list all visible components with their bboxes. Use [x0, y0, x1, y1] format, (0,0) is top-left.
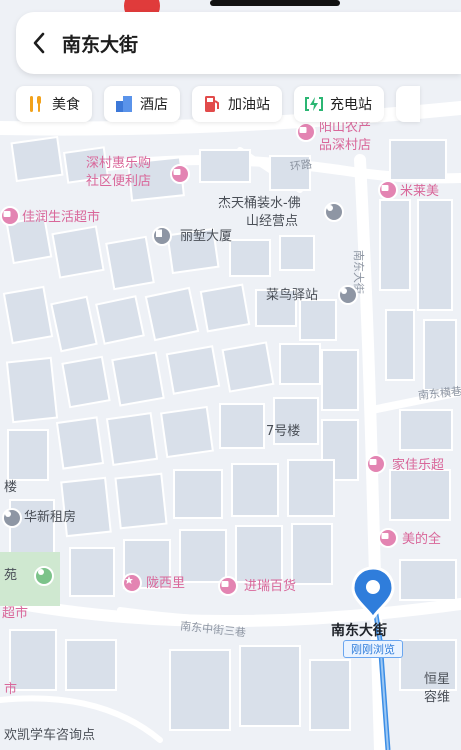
search-bar[interactable]: 南东大街	[16, 12, 461, 74]
building-icon[interactable]	[152, 226, 172, 246]
category-row: 美食 酒店 加油站 充电站	[16, 86, 420, 122]
category-hotel[interactable]: 酒店	[104, 86, 180, 122]
category-more[interactable]	[396, 86, 420, 122]
bag-icon	[381, 185, 389, 191]
dot-icon	[5, 511, 11, 517]
poi-yuan[interactable]: 苑	[4, 568, 17, 583]
shop-icon[interactable]	[378, 180, 398, 200]
shop-icon[interactable]	[218, 576, 238, 596]
shop-icon[interactable]	[0, 206, 20, 226]
poi-cainiao[interactable]: 菜鸟驿站	[266, 288, 318, 303]
category-fuel[interactable]: 加油站	[192, 86, 282, 122]
poi-longxili[interactable]: 陇西里	[146, 576, 185, 591]
bag-icon	[173, 169, 181, 175]
poi-building7[interactable]: 7号楼	[266, 424, 300, 439]
shop-icon[interactable]	[366, 454, 386, 474]
category-label: 酒店	[140, 97, 168, 113]
bag-icon	[369, 459, 377, 465]
chevron-left-icon	[33, 32, 45, 54]
shop-icon[interactable]	[378, 528, 398, 548]
dot-icon	[341, 288, 347, 294]
category-food[interactable]: 美食	[16, 86, 92, 122]
poi-jinrui[interactable]: 进瑞百货	[244, 579, 296, 594]
poi-jiajiale[interactable]: 家佳乐超	[392, 458, 444, 473]
poi-jiarun[interactable]: 佳润生活超市	[22, 210, 100, 225]
road-label-top: 环路	[289, 157, 313, 174]
poi-jietian-2[interactable]: 山经营点	[246, 214, 298, 229]
category-charging[interactable]: 充电站	[294, 86, 384, 122]
location-pin[interactable]	[351, 566, 395, 620]
place-icon[interactable]	[2, 508, 22, 528]
pin-caption: 刚刚浏览	[343, 640, 403, 658]
poi-lijian[interactable]: 丽堑大厦	[180, 229, 232, 244]
tree-icon	[38, 569, 44, 575]
shop-icon[interactable]	[296, 122, 316, 142]
poi-hengxing-2[interactable]: 容维	[424, 690, 450, 705]
bag-icon	[221, 581, 229, 587]
search-title[interactable]: 南东大街	[62, 30, 138, 57]
place-icon[interactable]	[324, 202, 344, 222]
map-pin-icon	[351, 566, 395, 620]
poi-yangshan-2[interactable]: 品深村店	[319, 138, 371, 153]
poi-shencun-2[interactable]: 社区便利店	[86, 174, 151, 189]
poi-chaoshi[interactable]: 超市	[2, 606, 28, 621]
poi-huaxin[interactable]: 华新租房	[24, 510, 76, 525]
pin-name: 南东大街	[331, 623, 387, 639]
park-icon[interactable]	[34, 566, 54, 586]
hotel-icon	[114, 94, 134, 114]
office-icon	[156, 229, 162, 237]
category-label: 充电站	[330, 97, 372, 113]
poi-huankai[interactable]: 欢凯学车咨询点	[4, 728, 95, 743]
category-label: 美食	[52, 97, 80, 113]
charging-icon	[304, 94, 324, 114]
place-icon[interactable]	[338, 285, 358, 305]
poi-shi[interactable]: 市	[4, 682, 17, 697]
fork-knife-icon	[26, 94, 46, 114]
poi-jietian[interactable]: 杰天桶装水-佛	[218, 196, 301, 211]
bag-icon	[3, 211, 11, 217]
bag-icon	[299, 127, 307, 133]
shop-icon[interactable]	[170, 164, 190, 184]
dot-icon	[327, 205, 333, 211]
poi-milai[interactable]: 米莱美	[400, 184, 439, 199]
poi-hengxing[interactable]: 恒星	[424, 672, 450, 687]
fuel-pump-icon	[202, 94, 222, 114]
poi-meide[interactable]: 美的全	[402, 532, 441, 547]
category-label: 加油站	[228, 97, 270, 113]
star-shape-icon	[125, 576, 133, 584]
poi-yangshan[interactable]: 阳山农产	[319, 120, 371, 135]
back-button[interactable]	[16, 12, 62, 74]
bag-icon	[381, 533, 389, 539]
star-icon[interactable]	[122, 573, 142, 593]
poi-shencun[interactable]: 深村惠乐购	[86, 156, 151, 171]
poi-lou[interactable]: 楼	[4, 480, 17, 495]
